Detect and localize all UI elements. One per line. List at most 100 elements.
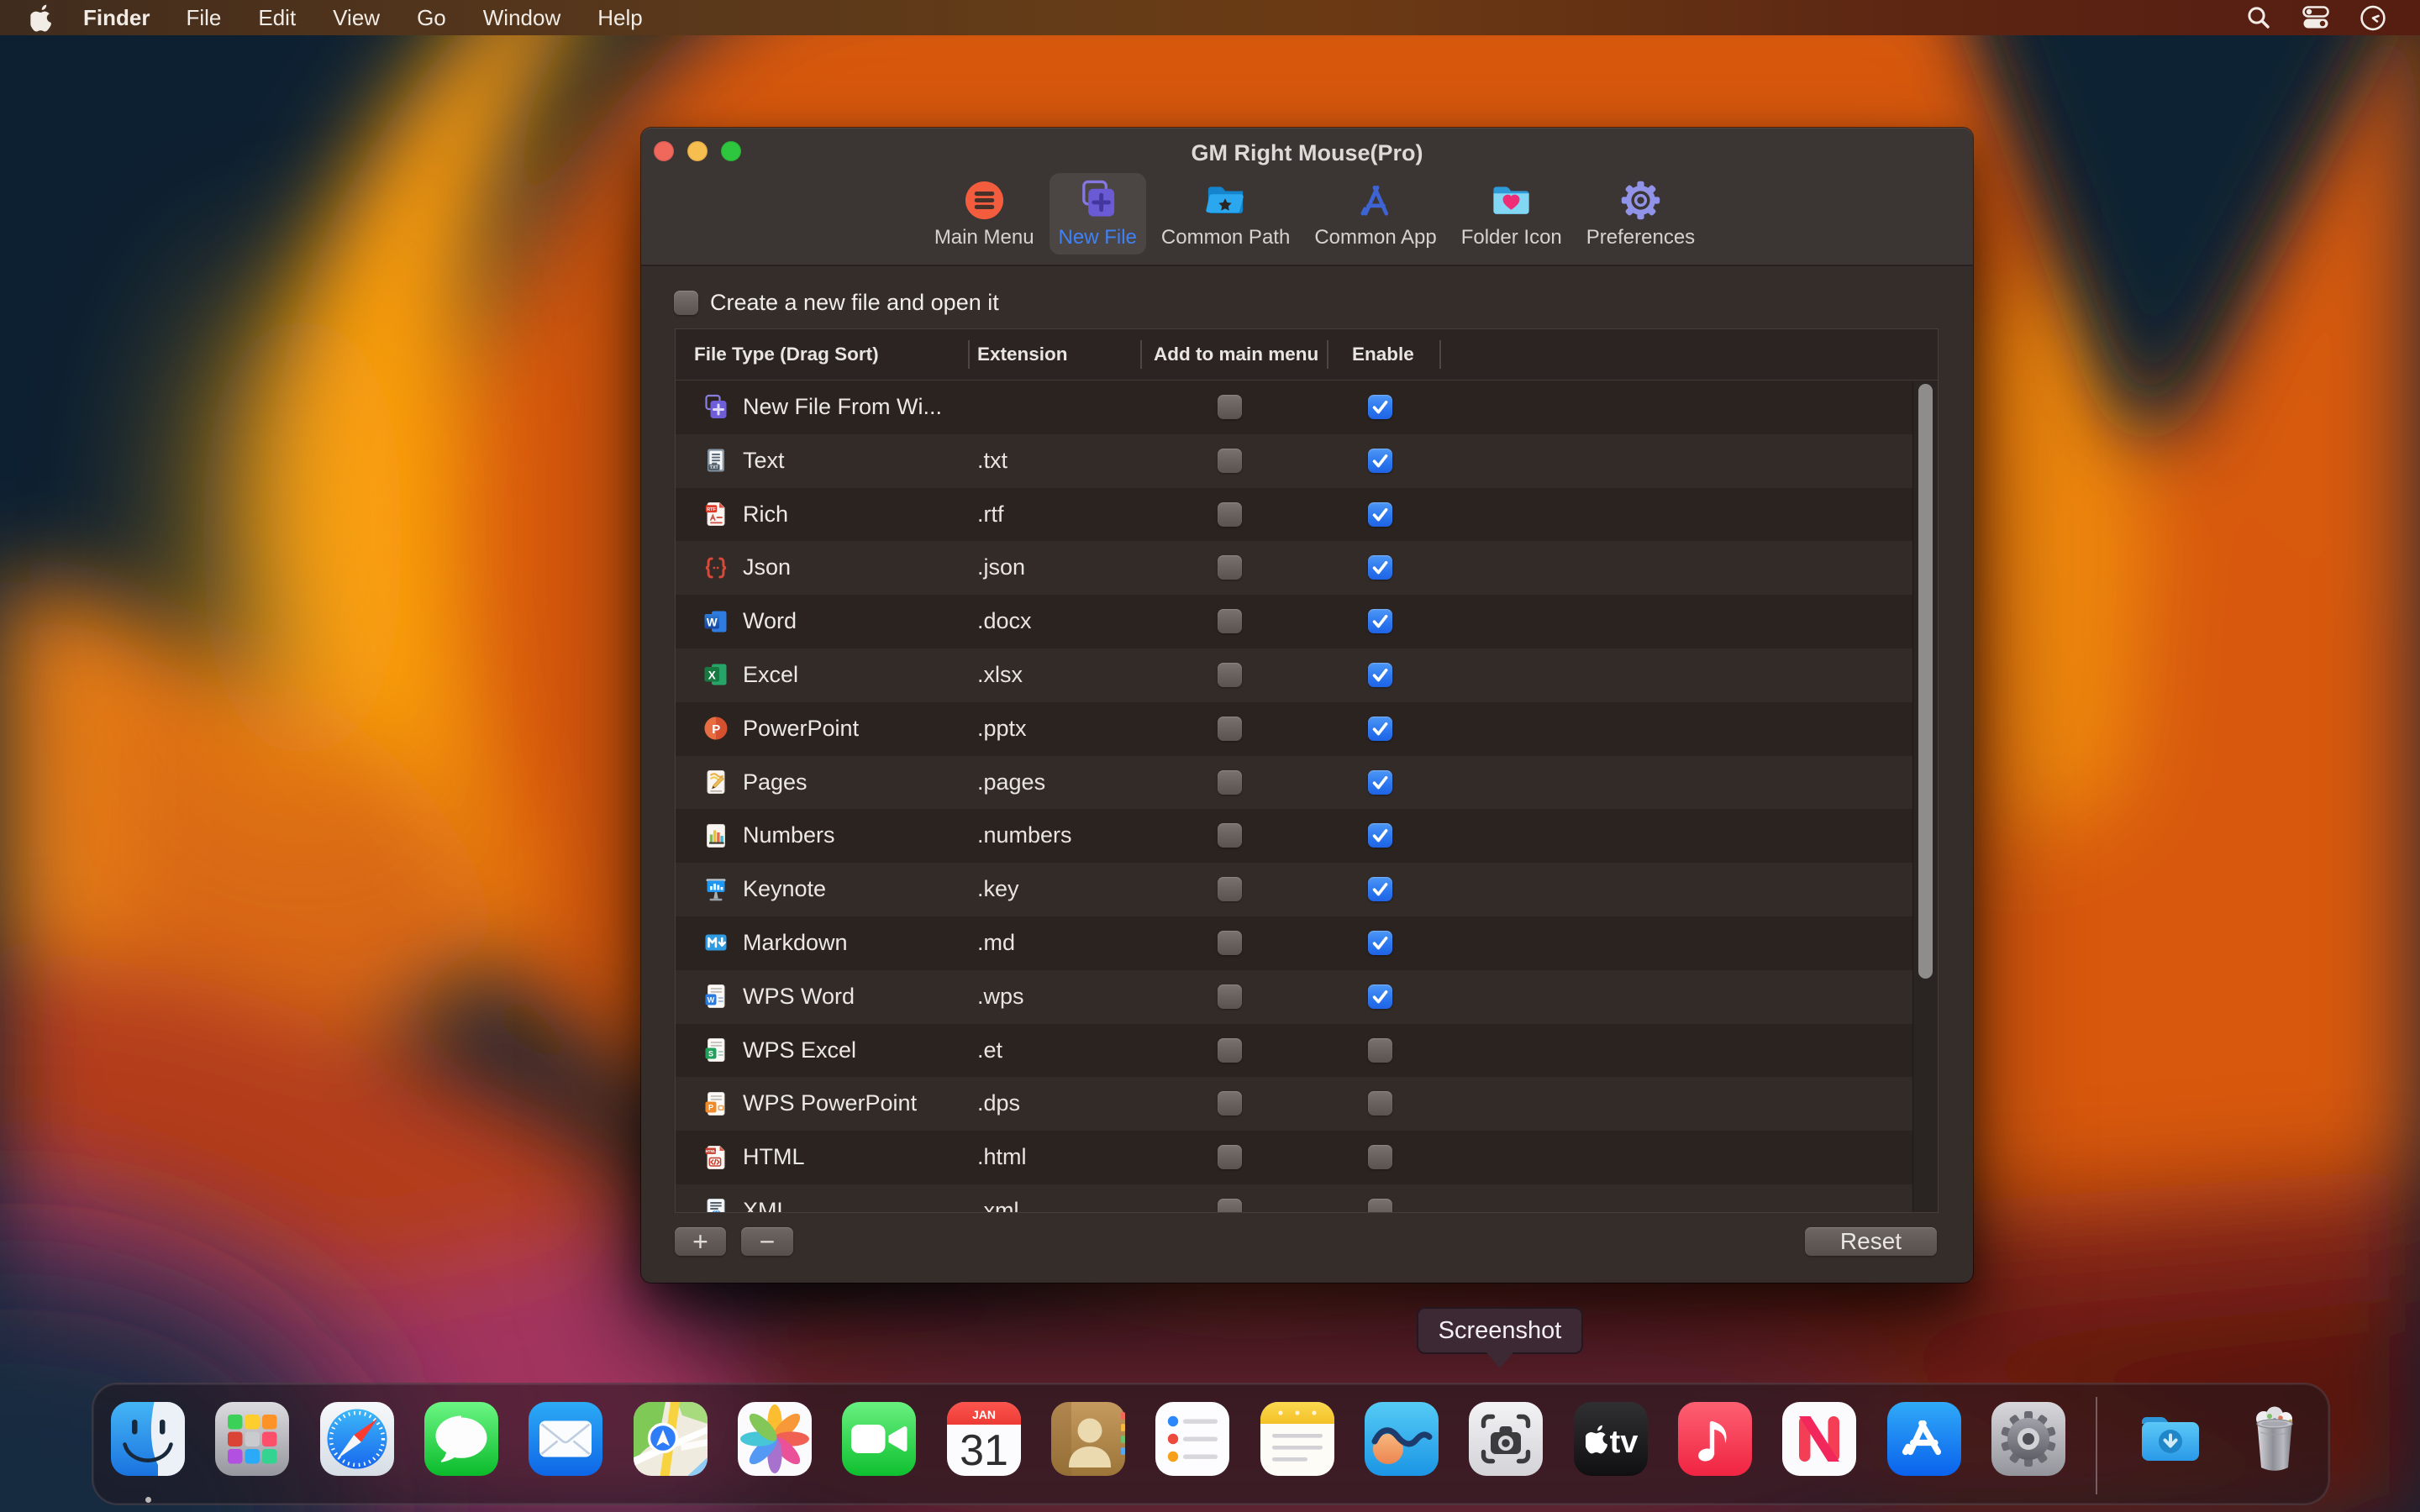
toolbar-item-preferences[interactable]: Preferences xyxy=(1577,173,1704,255)
enable-checkbox[interactable] xyxy=(1368,1199,1392,1212)
add-to-main-menu-checkbox[interactable] xyxy=(1218,502,1242,527)
table-row[interactable]: WPS Word.wps xyxy=(676,970,1938,1024)
dock-app-store-icon[interactable] xyxy=(1884,1399,1965,1479)
menu-item-view[interactable]: View xyxy=(314,0,398,35)
dock-trash-icon[interactable] xyxy=(2234,1399,2315,1479)
dock-photos-icon[interactable] xyxy=(734,1399,815,1479)
create-new-file-row[interactable]: Create a new file and open it xyxy=(674,290,999,316)
enable-checkbox[interactable] xyxy=(1368,1145,1392,1169)
add-to-main-menu-checkbox[interactable] xyxy=(1218,663,1242,687)
enable-checkbox[interactable] xyxy=(1368,555,1392,580)
add-to-main-menu-checkbox[interactable] xyxy=(1218,717,1242,741)
dock-launchpad-icon[interactable] xyxy=(212,1399,292,1479)
window-titlebar[interactable]: GM Right Mouse(Pro) Main MenuNew FileCom… xyxy=(641,128,1973,266)
dock-tv-icon[interactable] xyxy=(1570,1399,1651,1479)
remove-button[interactable]: − xyxy=(741,1227,793,1256)
menu-app-name[interactable]: Finder xyxy=(66,0,167,35)
dock-contacts-icon[interactable] xyxy=(1048,1399,1128,1479)
dock-safari-icon[interactable] xyxy=(317,1399,397,1479)
clock-icon[interactable] xyxy=(2360,4,2386,31)
dock-downloads-icon[interactable] xyxy=(2130,1399,2211,1479)
add-to-main-menu-checkbox[interactable] xyxy=(1218,1199,1242,1212)
enable-checkbox[interactable] xyxy=(1368,931,1392,955)
enable-checkbox[interactable] xyxy=(1368,877,1392,901)
table-row[interactable]: WPS Excel.et xyxy=(676,1024,1938,1078)
table-row[interactable]: HTML.html xyxy=(676,1131,1938,1184)
enable-checkbox[interactable] xyxy=(1368,770,1392,795)
add-to-main-menu-checkbox[interactable] xyxy=(1218,1091,1242,1116)
table-row[interactable]: Excel.xlsx xyxy=(676,648,1938,702)
scrollbar-track[interactable] xyxy=(1912,381,1938,1212)
table-row[interactable]: Rich.rtf xyxy=(676,488,1938,542)
dock-mail-icon[interactable] xyxy=(525,1399,606,1479)
enable-checkbox[interactable] xyxy=(1368,663,1392,687)
dock-news-icon[interactable] xyxy=(1779,1399,1860,1479)
menu-item-edit[interactable]: Edit xyxy=(239,0,314,35)
toolbar-item-common-path[interactable]: Common Path xyxy=(1152,173,1299,255)
enable-checkbox[interactable] xyxy=(1368,449,1392,473)
enable-checkbox[interactable] xyxy=(1368,823,1392,848)
table-row[interactable]: Json.json xyxy=(676,541,1938,595)
column-header-extension[interactable]: Extension xyxy=(977,329,1068,380)
menu-item-window[interactable]: Window xyxy=(465,0,579,35)
enable-checkbox[interactable] xyxy=(1368,395,1392,419)
dock-divider xyxy=(2096,1397,2097,1494)
dock-notes-icon[interactable] xyxy=(1257,1399,1338,1479)
dock-system-settings-icon[interactable] xyxy=(1988,1399,2069,1479)
enable-checkbox[interactable] xyxy=(1368,984,1392,1009)
table-row[interactable]: WPS PowerPoint.dps xyxy=(676,1077,1938,1131)
enable-checkbox[interactable] xyxy=(1368,609,1392,633)
dock-facetime-icon[interactable] xyxy=(839,1399,919,1479)
table-row[interactable]: Text.txt xyxy=(676,434,1938,488)
create-new-file-checkbox[interactable] xyxy=(674,291,698,315)
add-to-main-menu-checkbox[interactable] xyxy=(1218,823,1242,848)
apple-menu-icon[interactable] xyxy=(30,4,54,32)
enable-checkbox[interactable] xyxy=(1368,502,1392,527)
table-row[interactable]: New File From Wi... xyxy=(676,381,1938,434)
scrollbar-thumb[interactable] xyxy=(1918,384,1933,979)
dock-reminders-icon[interactable] xyxy=(1152,1399,1233,1479)
add-button[interactable]: + xyxy=(675,1227,726,1256)
table-row[interactable]: Markdown.md xyxy=(676,916,1938,970)
toolbar-item-common-app[interactable]: Common App xyxy=(1305,173,1445,255)
dock-messages-icon[interactable] xyxy=(421,1399,502,1479)
enable-checkbox[interactable] xyxy=(1368,717,1392,741)
dock-finder-icon[interactable] xyxy=(108,1399,188,1479)
table-row[interactable]: XML.xml xyxy=(676,1184,1938,1212)
dock-music-icon[interactable] xyxy=(1675,1399,1755,1479)
search-icon[interactable] xyxy=(2245,4,2272,31)
column-header-file-type-drag-sort[interactable]: File Type (Drag Sort) xyxy=(694,329,879,380)
add-to-main-menu-checkbox[interactable] xyxy=(1218,395,1242,419)
add-to-main-menu-checkbox[interactable] xyxy=(1218,984,1242,1009)
dock-freeform-icon[interactable] xyxy=(1361,1399,1442,1479)
column-header-add-to-main-menu[interactable]: Add to main menu xyxy=(1154,329,1318,380)
enable-checkbox[interactable] xyxy=(1368,1091,1392,1116)
reset-button[interactable]: Reset xyxy=(1805,1227,1937,1256)
table-row[interactable]: PowerPoint.pptx xyxy=(676,702,1938,756)
file-extension: .txt xyxy=(977,434,1007,488)
add-to-main-menu-checkbox[interactable] xyxy=(1218,1145,1242,1169)
add-to-main-menu-checkbox[interactable] xyxy=(1218,449,1242,473)
add-to-main-menu-checkbox[interactable] xyxy=(1218,931,1242,955)
table-row[interactable]: Pages.pages xyxy=(676,756,1938,810)
toolbar-item-folder-icon[interactable]: Folder Icon xyxy=(1452,173,1571,255)
add-to-main-menu-checkbox[interactable] xyxy=(1218,609,1242,633)
table-row[interactable]: Numbers.numbers xyxy=(676,809,1938,863)
toolbar-item-main-menu[interactable]: Main Menu xyxy=(925,173,1044,255)
add-to-main-menu-checkbox[interactable] xyxy=(1218,877,1242,901)
add-to-main-menu-checkbox[interactable] xyxy=(1218,770,1242,795)
dock-calendar-icon[interactable] xyxy=(944,1399,1024,1479)
enable-checkbox[interactable] xyxy=(1368,1038,1392,1063)
table-row[interactable]: Word.docx xyxy=(676,595,1938,648)
column-header-enable[interactable]: Enable xyxy=(1352,329,1414,380)
add-to-main-menu-checkbox[interactable] xyxy=(1218,555,1242,580)
dock-maps-icon[interactable] xyxy=(630,1399,711,1479)
menu-item-go[interactable]: Go xyxy=(398,0,465,35)
menu-item-help[interactable]: Help xyxy=(579,0,660,35)
dock-screenshot-icon[interactable] xyxy=(1465,1399,1546,1479)
menu-item-file[interactable]: File xyxy=(167,0,239,35)
control-center-icon[interactable] xyxy=(2302,4,2329,31)
table-row[interactable]: Keynote.key xyxy=(676,863,1938,916)
toolbar-item-new-file[interactable]: New File xyxy=(1050,173,1146,255)
add-to-main-menu-checkbox[interactable] xyxy=(1218,1038,1242,1063)
